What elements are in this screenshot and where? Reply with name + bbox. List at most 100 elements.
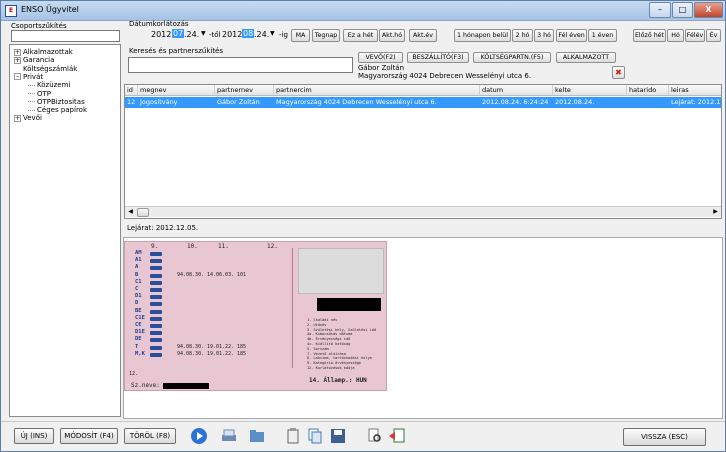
license-category-d: D <box>135 300 139 307</box>
date-button-3[interactable]: Akt.hó <box>379 29 405 42</box>
range-button-1[interactable]: 2 hó <box>512 29 533 42</box>
column-header-datum[interactable]: datum <box>480 85 553 96</box>
clear-partner-button[interactable]: ✖ <box>612 66 625 79</box>
license-legend-line: 4a. Kibocsátás dátuma <box>307 332 353 337</box>
clipboard-icon[interactable] <box>284 427 302 445</box>
scroll-thumb[interactable] <box>137 208 149 217</box>
tree-item-label: Privát <box>23 72 44 81</box>
copy-icon[interactable] <box>306 427 324 445</box>
license-category-c1: C1 <box>135 278 142 285</box>
expander-icon[interactable]: – <box>14 73 21 81</box>
search-input[interactable] <box>128 57 353 73</box>
date-button-0[interactable]: MA <box>291 29 310 42</box>
search-label: Keresés és partnerszűkítés <box>129 47 224 55</box>
license-citizenship: 14. Államp.: HUN <box>309 377 367 384</box>
tree-connector <box>28 109 35 111</box>
date-button-1[interactable]: Tegnap <box>312 29 340 42</box>
tree-item-label: Közüzemi <box>37 81 71 90</box>
range-button-0[interactable]: 1 hónapon belül <box>454 29 511 42</box>
table-cell-leiras: Lejárat: 2012.1 <box>671 98 721 106</box>
tree-item-label: Céges papírok <box>37 106 87 115</box>
prev-period-button-1[interactable]: Hó <box>667 29 684 42</box>
delete-button[interactable]: TÖRÖL (F8) <box>124 428 176 444</box>
tree-item-priv-t[interactable]: – Privát <box>14 73 43 81</box>
documents-table[interactable]: id megnev partnernev partnercim datum kelte ha… <box>124 84 722 219</box>
column-header-hatarido[interactable]: hatarido <box>627 85 669 96</box>
expander-icon[interactable]: + <box>14 48 21 56</box>
column-header-partnercim[interactable]: partnercim <box>274 85 480 96</box>
horizontal-scrollbar[interactable]: ◀ ▶ <box>125 206 721 217</box>
partner-address: Magyarország 4024 Debrecen Wesselényi ut… <box>358 72 532 80</box>
prev-period-button-0[interactable]: Előző hét <box>633 29 666 42</box>
partner-filter-button-0[interactable]: VEVŐ(F2) <box>358 52 403 63</box>
back-button[interactable]: VISSZA (ESC) <box>623 428 706 446</box>
prev-period-button-2[interactable]: Félév <box>685 29 705 42</box>
chevron-down-icon[interactable]: ▼ <box>270 30 275 37</box>
license-legend-line: 3. Születési hely, Születési idő <box>307 327 377 332</box>
date-to-picker[interactable]: 2012. 08 .24. ▼ <box>219 28 279 42</box>
preview-icon[interactable] <box>366 427 384 445</box>
column-header-leiras[interactable]: leiras <box>669 85 721 96</box>
folder-icon[interactable] <box>248 427 266 445</box>
tree-item-alkalmazottak[interactable]: + Alkalmazottak <box>14 48 73 56</box>
export-icon[interactable] <box>388 427 406 445</box>
license-legend-line: 8. Lakcíme, tartózkodási helye <box>307 356 372 361</box>
license-category-a: A <box>135 264 139 271</box>
chevron-down-icon[interactable]: ▼ <box>201 30 206 37</box>
column-header-partnernev[interactable]: partnernev <box>215 85 274 96</box>
column-header-id[interactable]: id <box>125 85 138 96</box>
expander-icon[interactable]: + <box>14 56 21 64</box>
scanner-icon[interactable] <box>220 427 238 445</box>
tree-item-garancia[interactable]: + Garancia <box>14 56 54 64</box>
range-button-2[interactable]: 3 hó <box>534 29 554 42</box>
license-category-a1: A1 <box>135 257 142 264</box>
column-header-megnev[interactable]: megnev <box>138 85 215 96</box>
table-cell-hatarido <box>627 97 669 108</box>
minimize-button[interactable]: – <box>649 2 671 18</box>
date-from-picker[interactable]: 2012. 07 .24. ▼ <box>129 28 209 42</box>
close-button[interactable]: X <box>694 2 723 18</box>
partner-filter-button-3[interactable]: ALKALMAZOTT <box>556 52 616 63</box>
range-button-3[interactable]: Fél éven <box>556 29 587 42</box>
range-button-4[interactable]: 1 éven <box>588 29 617 42</box>
new-button[interactable]: ÚJ (INS) <box>14 428 54 444</box>
date-to-month: 08 <box>242 29 255 38</box>
tree-item-k-z-zemi[interactable]: Közüzemi <box>28 81 70 89</box>
license-valid-from: 94.08.30. <box>177 271 205 278</box>
vehicle-icon <box>150 252 162 256</box>
date-button-2[interactable]: Ez a hét <box>343 29 378 42</box>
license-legend-line: 2. Utónév <box>307 322 327 327</box>
tree-item-c-ges-pap-rok[interactable]: Céges papírok <box>28 106 87 114</box>
save-icon[interactable] <box>329 427 347 445</box>
vehicle-icon <box>150 338 162 343</box>
maximize-button[interactable]: □ <box>672 2 693 18</box>
modify-button[interactable]: MÓDOSÍT (F4) <box>60 428 118 444</box>
license-legend-line: 5. Sorszám <box>307 346 329 351</box>
group-tree[interactable]: + Alkalmazottak + Garancia Költségszámlák – Pr… <box>9 44 121 417</box>
date-from-day: .24. <box>184 30 200 39</box>
date-button-4[interactable]: Akt.év <box>409 29 437 42</box>
prev-period-button-3[interactable]: Év <box>706 29 721 42</box>
scroll-right-icon[interactable]: ▶ <box>711 208 720 217</box>
tree-item-otpbiztositas[interactable]: OTPBiztositas <box>28 98 85 106</box>
redacted-bar <box>163 383 209 389</box>
date-to-day: .24. <box>254 30 270 39</box>
group-filter-input[interactable] <box>11 30 120 42</box>
license-legend-line: 12. Korlátozások kódja <box>307 366 355 370</box>
license-category-c: C <box>135 286 139 292</box>
license-category-d1: D1 <box>135 293 142 300</box>
tree-item-k-lts-gsz-ml-k[interactable]: Költségszámlák <box>14 65 77 73</box>
vehicle-icon <box>150 316 162 321</box>
scroll-left-icon[interactable]: ◀ <box>126 208 135 217</box>
date-from-year: 2012. <box>151 30 174 39</box>
partner-filter-button-2[interactable]: KÖLTSÉGPARTN.(F5) <box>473 52 551 63</box>
table-cell-partnernev: Gábor Zoltán <box>217 98 260 106</box>
play-icon[interactable] <box>190 427 208 445</box>
partner-filter-button-1[interactable]: BESZÁLLÍTÓ(F3) <box>407 52 469 63</box>
tree-item-otp[interactable]: OTP <box>28 90 51 98</box>
column-header-kelte[interactable]: kelte <box>553 85 627 96</box>
window-title: ENSO Ügyvitel <box>21 5 79 14</box>
date-filter-label: Dátumkorlátozás <box>129 20 189 28</box>
expander-icon[interactable]: + <box>14 114 21 122</box>
tree-item-vev-i[interactable]: + Vevői <box>14 114 42 122</box>
